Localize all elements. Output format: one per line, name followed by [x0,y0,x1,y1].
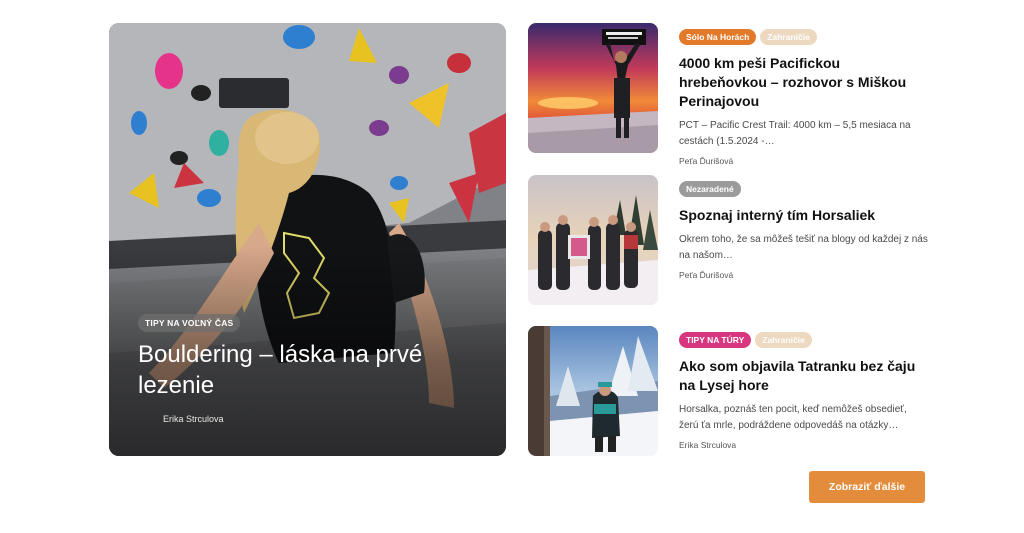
winter-hike-image [528,326,658,456]
post-categories: Sólo Na Horách Zahraničie [679,29,929,46]
post-excerpt: Okrem toho, že sa môžeš tešiť na blogy o… [679,234,928,261]
sunset-hiker-image [528,23,658,153]
post-author: Erika Strculova [679,440,737,450]
team-photo-image [528,175,658,305]
featured-article-card[interactable]: TIPY NA VOĽNÝ ČAS Bouldering – láska na … [109,23,506,456]
post-thumbnail[interactable] [528,175,658,305]
post-author: Peťa Ďurišová [679,156,734,166]
category-chip[interactable]: Zahraničie [760,29,817,45]
post-body: TIPY NA TÚRY Zahraničie Ako som objavila… [679,332,929,450]
post-categories: TIPY NA TÚRY Zahraničie [679,332,929,349]
post-body: Nezaradené Spoznaj interný tím Horsaliek… [679,181,929,280]
post-title[interactable]: 4000 km peši Pacifickou hrebeňovkou – ro… [679,54,929,111]
post-body: Sólo Na Horách Zahraničie 4000 km peši P… [679,29,929,166]
post-thumbnail[interactable] [528,326,658,456]
post-author: Peťa Ďurišová [679,270,734,280]
post-item: TIPY NA TÚRY Zahraničie Ako som objavila… [528,326,928,456]
featured-author: Erika Strculova [163,414,224,424]
load-more-button[interactable]: Zobraziť ďalšie [809,471,925,503]
category-chip[interactable]: Nezaradené [679,181,741,197]
category-chip[interactable]: Zahraničie [755,332,812,348]
post-item: Nezaradené Spoznaj interný tím Horsaliek… [528,175,928,305]
post-title[interactable]: Ako som objavila Tatranku bez čaju na Ly… [679,357,929,395]
post-item: Sólo Na Horách Zahraničie 4000 km peši P… [528,23,928,166]
post-excerpt: Horsalka, poznáš ten pocit, keď nemôžeš … [679,404,907,431]
featured-category-tag[interactable]: TIPY NA VOĽNÝ ČAS [138,314,241,332]
featured-title[interactable]: Bouldering – láska na prvé lezenie [138,339,478,401]
category-chip[interactable]: TIPY NA TÚRY [679,332,752,348]
post-title[interactable]: Spoznaj interný tím Horsaliek [679,206,929,225]
post-excerpt: PCT – Pacific Crest Trail: 4000 km – 5,5… [679,120,911,147]
post-categories: Nezaradené [679,181,929,198]
category-chip[interactable]: Sólo Na Horách [679,29,757,45]
post-thumbnail[interactable] [528,23,658,153]
